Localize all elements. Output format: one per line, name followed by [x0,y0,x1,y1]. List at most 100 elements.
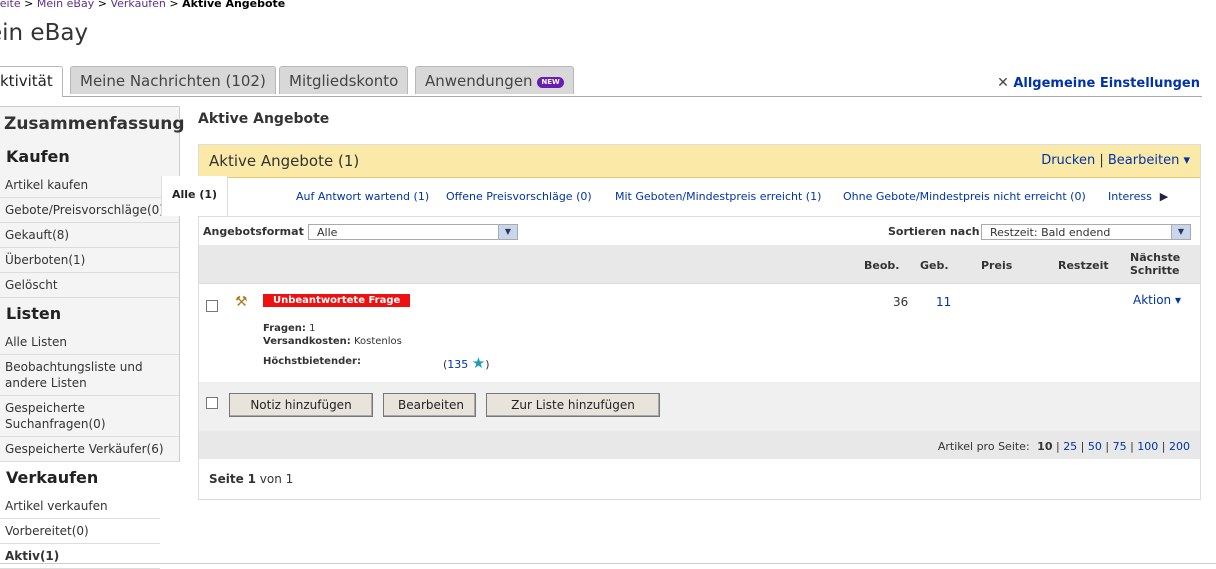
subtab-mit-geboten[interactable]: Mit Geboten/Mindestpreis erreicht (1) [615,178,821,216]
print-link[interactable]: Drucken [1041,153,1095,168]
edit-button[interactable]: Bearbeiten [383,393,476,417]
breadcrumb-link-home[interactable]: seite [0,0,21,10]
page-current: 1 [247,472,256,486]
section-heading: Aktive Angebote [198,111,330,127]
sidebar-item-suchanfragen[interactable]: Gespeicherte Suchanfragen(0) [0,396,180,437]
questions-label: Fragen: [263,323,306,334]
subtab-auf-antwort[interactable]: Auf Antwort wartend (1) [296,178,429,216]
col-restzeit[interactable]: Restzeit [1058,259,1109,272]
sidebar-section-listen[interactable]: Listen [0,298,180,330]
col-preis[interactable]: Preis [981,259,1012,272]
sidebar-section-kaufen[interactable]: Kaufen [0,141,180,173]
watchers-count: 36 [893,295,909,309]
shipping-label: Versandkosten: [263,336,351,347]
new-badge: NEW [537,77,564,88]
sidebar-item-artikel-kaufen[interactable]: Artikel kaufen [0,173,180,198]
format-select[interactable]: Alle ▼ [308,224,518,240]
sidebar-section-verkaufen[interactable]: Verkaufen [0,462,180,494]
sidebar-item-artikel-verkaufen[interactable]: Artikel verkaufen [0,494,160,519]
filter-bar: Angebotsformat Alle ▼ Sortieren nach Res… [199,217,1200,245]
settings-label: Allgemeine Einstellungen [1013,76,1200,91]
dropdown-arrow-icon: ▼ [498,225,517,239]
sidebar-item-beobachtungsliste[interactable]: Beobachtungsliste und andere Listen [0,355,180,396]
per-page-75[interactable]: 75 [1113,440,1127,453]
item-details: Fragen: 1 Versandkosten: Kostenlos [263,322,402,348]
add-note-button[interactable]: Notiz hinzufügen [229,393,373,417]
bidder-score-value: 135 [447,358,469,371]
panel-title: Aktive Angebote (1) [209,152,360,170]
auction-hammer-icon: ⚒ [235,294,248,310]
per-page-200[interactable]: 200 [1169,440,1190,453]
breadcrumb-current: Aktive Angebote [182,0,286,10]
star-icon: ★ [471,354,486,372]
tools-icon: ✕ [997,75,1009,91]
select-all-checkbox[interactable] [206,397,218,409]
subtab-preisvorschlaege[interactable]: Offene Preisvorschläge (0) [446,178,592,216]
page-total: von 1 [259,472,294,486]
subtab-ohne-gebote[interactable]: Ohne Gebote/Mindestpreis nicht erreicht … [843,178,1086,216]
sort-select[interactable]: Restzeit: Bald endend ▼ [981,224,1191,240]
action-menu-label: Aktion [1133,293,1172,307]
table-header: Beob. Geb. Preis Restzeit Nächste Schrit… [199,245,1200,284]
bottom-divider [0,563,1216,564]
per-page-bar: Artikel pro Seite: 10 | 25 | 50 | 75 | 1… [199,431,1200,459]
breadcrumb: seite > Mein eBay > Verkaufen > Aktive A… [0,0,285,10]
tab-mitgliedskonto[interactable]: Mitgliedskonto [279,66,409,94]
sidebar-item-ueberboten[interactable]: Überboten(1) [0,248,180,273]
tab-anwendungen-label: Anwendungen [425,72,533,90]
per-page-50[interactable]: 50 [1088,440,1102,453]
bulk-actions-bar: Notiz hinzufügen Bearbeiten Zur Liste hi… [199,383,1200,431]
bids-count[interactable]: 11 [936,295,951,309]
edit-menu-link[interactable]: Bearbeiten [1108,153,1179,168]
unanswered-question-flag[interactable]: Unbeantwortete Frage [263,294,411,307]
sort-label: Sortieren nach [888,225,980,238]
per-page-100[interactable]: 100 [1137,440,1158,453]
sidebar-item-gebote[interactable]: Gebote/Preisvorschläge(0) [0,198,180,223]
table-row: ⚒ Unbeantwortete Frage Fragen: 1 Versand… [199,284,1200,383]
sidebar-item-geloescht[interactable]: Gelöscht [0,273,180,298]
bidder-score[interactable]: (135 ★) [443,354,490,372]
tab-aktivitaet[interactable]: ktivität [0,66,63,97]
action-menu[interactable]: Aktion ▾ [1133,293,1181,307]
col-beob[interactable]: Beob. [864,259,899,272]
page-title: ein eBay [0,20,89,46]
shipping-value: Kostenlos [353,336,402,347]
col-geb[interactable]: Geb. [920,259,949,272]
caret-down-icon[interactable]: ▾ [1183,153,1190,168]
scroll-right-icon[interactable]: ▶ [1157,178,1171,216]
tab-anwendungen[interactable]: Anwendungen NEW [415,66,574,94]
sidebar-item-gekauft[interactable]: Gekauft(8) [0,223,180,248]
subtab-interess[interactable]: Interess [1108,178,1152,216]
dropdown-arrow-icon: ▼ [1171,225,1190,239]
pagination: Seite 1 von 1 [199,459,1200,499]
settings-link[interactable]: ✕ Allgemeine Einstellungen [997,75,1200,91]
breadcrumb-link-mein-ebay[interactable]: Mein eBay [37,0,94,10]
sidebar: Zusammenfassung Kaufen Artikel kaufen Ge… [0,106,185,569]
add-to-list-button[interactable]: Zur Liste hinzufügen [486,393,660,417]
panel-header: Aktive Angebote (1) Drucken | Bearbeiten… [199,145,1200,178]
per-page-25[interactable]: 25 [1063,440,1077,453]
sidebar-item-aktiv[interactable]: Aktiv(1) [0,544,160,569]
breadcrumb-link-verkaufen[interactable]: Verkaufen [110,0,165,10]
col-next-steps: Nächste Schritte [1130,251,1181,277]
format-select-value: Alle [317,226,338,239]
per-page-label: Artikel pro Seite: [937,440,1030,453]
sidebar-item-alle-listen[interactable]: Alle Listen [0,330,180,355]
listings-panel: Aktive Angebote (1) Drucken | Bearbeiten… [161,144,1201,500]
format-label: Angebotsformat [203,225,304,238]
main-content: Aktive Angebote Aktive Angebote (1) Druc… [161,106,1201,500]
bidder-label: Höchstbietender: [263,356,361,367]
row-checkbox[interactable] [206,300,218,312]
divider: | [1099,153,1108,168]
sort-select-value: Restzeit: Bald endend [990,226,1111,239]
sidebar-summary[interactable]: Zusammenfassung [0,106,185,141]
filter-tabs: ◀ Alle (1) Auf Antwort wartend (1) Offen… [161,176,1200,217]
per-page-10[interactable]: 10 [1037,440,1052,453]
tab-nachrichten[interactable]: Meine Nachrichten (102) [70,66,276,94]
subtab-alle[interactable]: Alle (1) [161,176,229,216]
questions-value: 1 [309,323,316,334]
page-label: Seite [209,472,244,486]
sidebar-item-verkaeufer[interactable]: Gespeicherte Verkäufer(6) [0,437,180,462]
caret-down-icon: ▾ [1174,293,1182,307]
sidebar-item-vorbereitet[interactable]: Vorbereitet(0) [0,519,160,544]
